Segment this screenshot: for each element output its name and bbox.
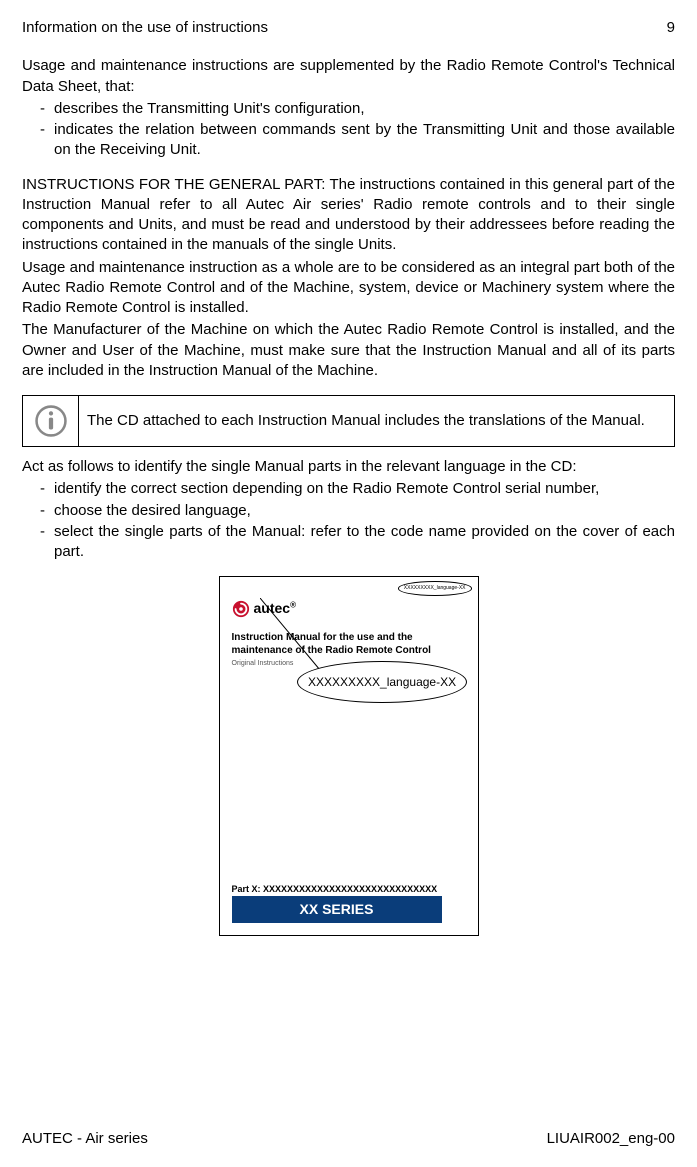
list-item: identify the correct section depending o… (40, 479, 675, 499)
info-icon (23, 396, 79, 446)
page-number: 9 (667, 18, 675, 38)
cover-logo: autec® (232, 599, 466, 618)
list-item: indicates the relation between commands … (40, 120, 675, 161)
general-part-paragraph: INSTRUCTIONS FOR THE GENERAL PART: The i… (22, 175, 675, 256)
cover-illustration: XXXXXXXXX_language-XX autec® Instruction… (22, 576, 675, 936)
info-note-text: The CD attached to each Instruction Manu… (79, 396, 674, 446)
cover-title: Instruction Manual for the use and the m… (232, 632, 466, 657)
act-paragraph: Act as follows to identify the single Ma… (22, 457, 675, 477)
intro-list: describes the Transmitting Unit's config… (22, 99, 675, 161)
list-item: describes the Transmitting Unit's config… (40, 99, 675, 119)
list-item: choose the desired language, (40, 501, 675, 521)
list-item: select the single parts of the Manual: r… (40, 522, 675, 563)
manual-cover: XXXXXXXXX_language-XX autec® Instruction… (219, 576, 479, 936)
footer-right: LIUAIR002_eng-00 (547, 1129, 675, 1149)
intro-paragraph: Usage and maintenance instructions are s… (22, 56, 675, 97)
manufacturer-paragraph: The Manufacturer of the Machine on which… (22, 320, 675, 381)
cover-part-line: Part X: XXXXXXXXXXXXXXXXXXXXXXXXXXXXX (232, 883, 438, 895)
footer-left: AUTEC - Air series (22, 1129, 148, 1149)
info-note-box: The CD attached to each Instruction Manu… (22, 395, 675, 447)
cover-code-ellipse: XXXXXXXXX_language-XX (398, 581, 472, 596)
logo-text: autec (254, 600, 291, 616)
logo-icon (232, 600, 250, 618)
act-list: identify the correct section depending o… (22, 479, 675, 562)
usage-paragraph: Usage and maintenance instruction as a w… (22, 258, 675, 319)
header-title: Information on the use of instructions (22, 18, 268, 38)
cover-series-band: XX SERIES (232, 896, 442, 923)
